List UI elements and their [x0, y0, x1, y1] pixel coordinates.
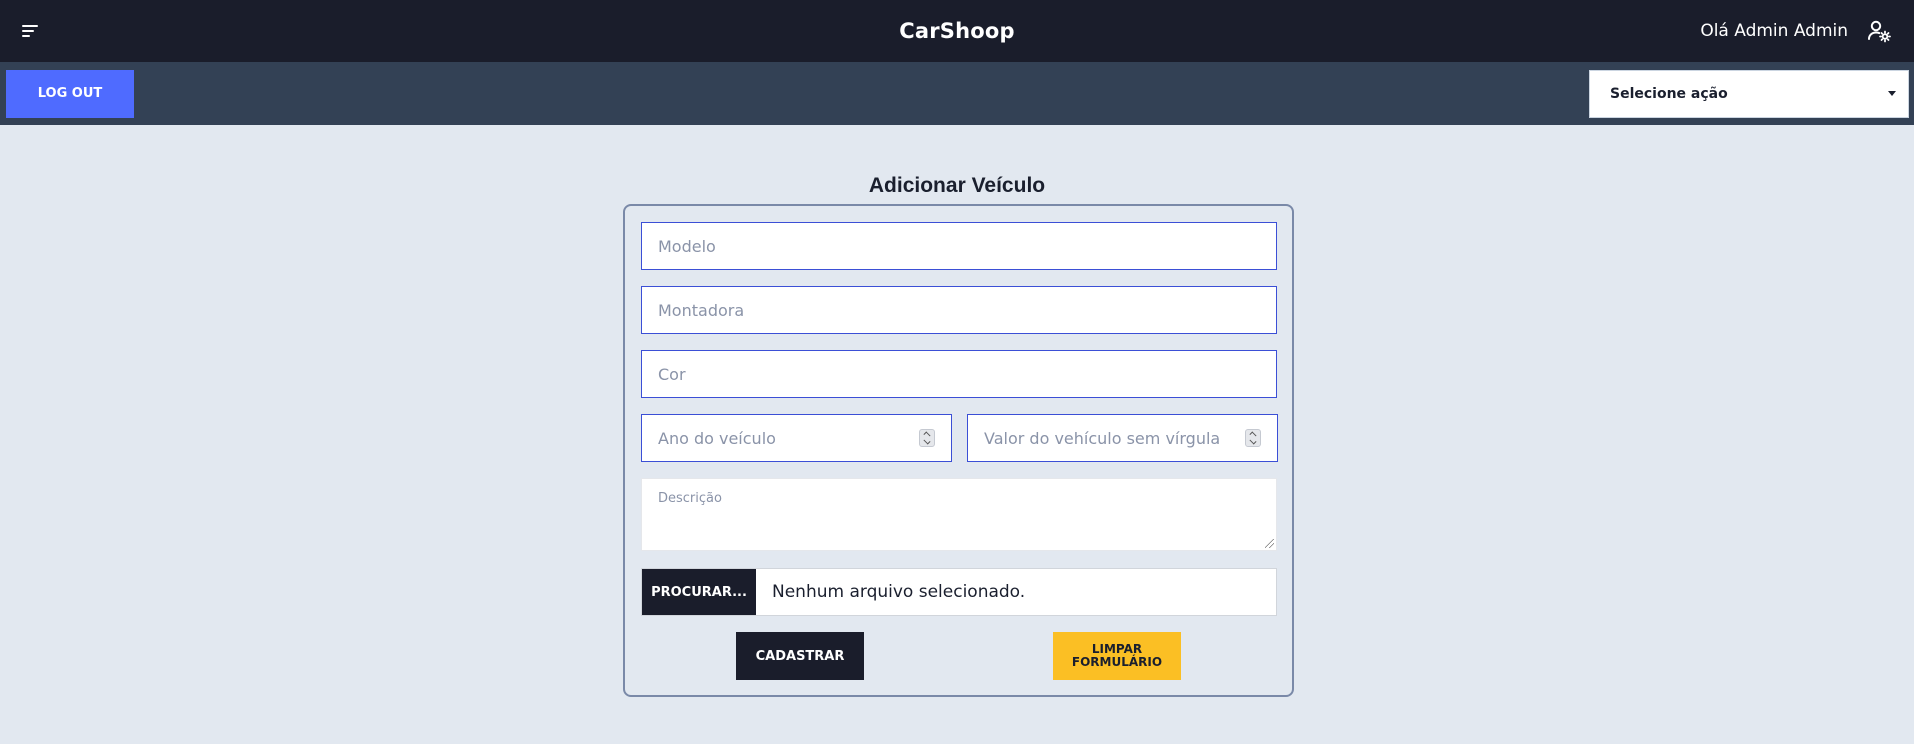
clear-form-button[interactable]: LIMPAR FORMULÁRIO	[1053, 632, 1181, 680]
user-settings-icon[interactable]	[1866, 18, 1892, 44]
user-area: Olá Admin Admin	[1700, 18, 1892, 44]
page-title: Adicionar Veículo	[868, 174, 1046, 197]
top-navbar: CarShoop Olá Admin Admin	[0, 0, 1914, 62]
file-upload[interactable]: PROCURAR... Nenhum arquivo selecionado.	[641, 568, 1277, 616]
model-placeholder: Modelo	[658, 236, 716, 256]
resize-handle-icon[interactable]	[1265, 539, 1274, 548]
action-bar: LOG OUT Selecione ação	[0, 62, 1914, 125]
action-select-value: Selecione ação	[1610, 85, 1728, 102]
maker-input[interactable]: Montadora	[641, 286, 1277, 334]
model-input[interactable]: Modelo	[641, 222, 1277, 270]
maker-placeholder: Montadora	[658, 300, 745, 320]
year-placeholder: Ano do veículo	[658, 428, 776, 448]
price-placeholder: Valor do vehículo sem vírgula	[984, 428, 1221, 448]
year-input[interactable]: Ano do veículo	[641, 414, 952, 462]
add-vehicle-form: Modelo Montadora Cor Ano do veículo Valo…	[623, 204, 1294, 697]
chevron-down-icon	[1888, 91, 1896, 96]
menu-icon[interactable]	[22, 24, 40, 38]
color-placeholder: Cor	[658, 364, 686, 384]
page-title-wrap: Adicionar Veículo	[0, 174, 1914, 198]
action-select[interactable]: Selecione ação	[1589, 69, 1909, 118]
price-input[interactable]: Valor do vehículo sem vírgula	[967, 414, 1278, 462]
file-status: Nenhum arquivo selecionado.	[772, 582, 1026, 602]
description-textarea[interactable]: Descrição	[641, 478, 1277, 551]
user-greeting: Olá Admin Admin	[1700, 21, 1848, 41]
description-placeholder: Descrição	[658, 491, 722, 506]
price-stepper[interactable]	[1245, 429, 1261, 447]
submit-button[interactable]: CADASTRAR	[736, 632, 864, 680]
logout-button[interactable]: LOG OUT	[6, 69, 134, 118]
year-stepper[interactable]	[919, 429, 935, 447]
browse-file-button[interactable]: PROCURAR...	[642, 569, 756, 615]
brand-title: CarShoop	[899, 19, 1015, 43]
color-input[interactable]: Cor	[641, 350, 1277, 398]
